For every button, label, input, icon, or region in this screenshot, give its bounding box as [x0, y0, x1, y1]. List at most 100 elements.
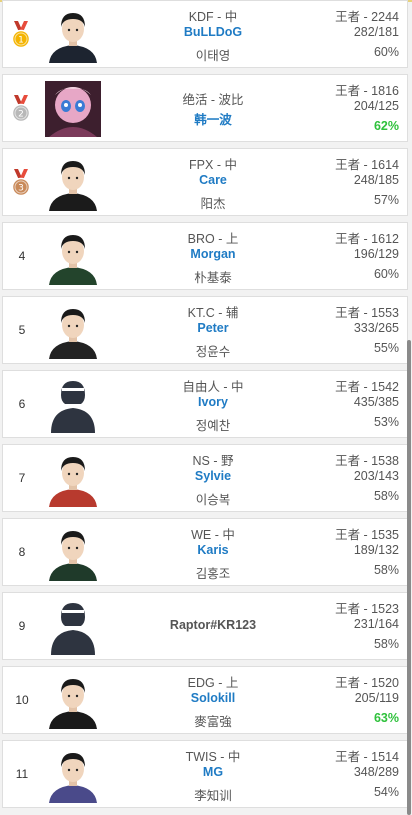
- player-info: KDF - 中 BuLLDoG 이태영: [123, 1, 303, 67]
- win-rate: 58%: [373, 489, 399, 503]
- player-name-link[interactable]: Peter: [123, 321, 303, 335]
- player-info: NS - 野 Sylvie 이승복: [123, 445, 303, 511]
- tier-score: 王者 - 1538: [335, 454, 399, 468]
- win-rate: 60%: [373, 45, 399, 59]
- list-item[interactable]: 5 KT.C - 辅 Peter 정윤수 王者 - 1553 333/265 55%: [2, 296, 408, 364]
- player-name-link[interactable]: Care: [123, 173, 303, 187]
- stats: 王者 - 1816 204/125 62%: [289, 75, 399, 141]
- real-name: 阳杰: [200, 197, 226, 211]
- team-role: 绝活 - 波比: [182, 93, 244, 107]
- list-item[interactable]: 8 WE - 中 Karis 김홍조 王者 - 1535 189/132 58%: [2, 518, 408, 586]
- win-rate: 54%: [373, 785, 399, 799]
- silver-medal-icon: 2: [10, 94, 32, 124]
- player-info: BRO - 上 Morgan 朴基泰: [123, 223, 303, 289]
- player-name[interactable]: Raptor#KR123: [123, 618, 303, 632]
- player-name-link[interactable]: Sylvie: [123, 469, 303, 483]
- player-info: FPX - 中 Care 阳杰: [123, 149, 303, 215]
- team-role: NS - 野: [192, 454, 234, 468]
- list-item[interactable]: 11 TWIS - 中 MG 李知训 王者 - 1514 348/289 54%: [2, 740, 408, 808]
- win-loss: 189/132: [353, 543, 399, 557]
- tier-score: 王者 - 1553: [335, 306, 399, 320]
- svg-text:2: 2: [18, 110, 24, 120]
- win-rate: 57%: [373, 193, 399, 207]
- win-loss: 231/164: [353, 617, 399, 631]
- team-role: TWIS - 中: [185, 750, 241, 764]
- win-rate: 53%: [373, 415, 399, 429]
- win-loss: 435/385: [353, 395, 399, 409]
- player-name-link[interactable]: Morgan: [123, 247, 303, 261]
- stats: 王者 - 1612 196/129 60%: [289, 223, 399, 289]
- player-info: 绝活 - 波比韩一波: [123, 75, 303, 141]
- bronze-medal-icon: 3: [10, 168, 32, 198]
- real-name: 麥富強: [194, 715, 232, 729]
- win-loss: 282/181: [353, 25, 399, 39]
- player-avatar[interactable]: [45, 747, 101, 803]
- default-avatar-icon[interactable]: [45, 377, 101, 433]
- svg-text:3: 3: [18, 184, 24, 194]
- win-rate: 58%: [373, 637, 399, 651]
- real-name: 李知训: [194, 789, 232, 803]
- win-rate: 58%: [373, 563, 399, 577]
- win-loss: 205/119: [354, 691, 399, 705]
- stats: 王者 - 1514 348/289 54%: [289, 741, 399, 807]
- rank-number: 4: [18, 249, 26, 263]
- stats: 王者 - 1553 333/265 55%: [289, 297, 399, 363]
- stats: 王者 - 1538 203/143 58%: [289, 445, 399, 511]
- player-avatar[interactable]: [45, 155, 101, 211]
- win-rate: 60%: [373, 267, 399, 281]
- default-avatar-icon[interactable]: [45, 599, 101, 655]
- gold-medal-icon: 1: [10, 20, 32, 50]
- rank-number: 8: [18, 545, 26, 559]
- tier-score: 王者 - 1816: [335, 84, 399, 98]
- real-name: 정예찬: [195, 419, 231, 433]
- player-name-link[interactable]: BuLLDoG: [123, 25, 303, 39]
- player-avatar[interactable]: [45, 525, 101, 581]
- win-loss: 203/143: [353, 469, 399, 483]
- win-loss: 204/125: [353, 99, 399, 113]
- player-info: EDG - 上 Solokill 麥富強: [123, 667, 303, 733]
- player-avatar[interactable]: [45, 451, 101, 507]
- win-loss: 348/289: [353, 765, 399, 779]
- scrollbar[interactable]: [407, 340, 411, 815]
- player-avatar[interactable]: [45, 229, 101, 285]
- rank-number: 7: [18, 471, 26, 485]
- player-name-link[interactable]: Karis: [123, 543, 303, 557]
- player-info: Raptor#KR123: [123, 593, 303, 659]
- stats: 王者 - 1535 189/132 58%: [289, 519, 399, 585]
- win-loss: 333/265: [353, 321, 399, 335]
- real-name: 김홍조: [195, 567, 231, 581]
- player-avatar[interactable]: [45, 673, 101, 729]
- svg-text:1: 1: [18, 36, 24, 46]
- win-loss: 196/129: [353, 247, 399, 261]
- team-role: FPX - 中: [189, 158, 237, 172]
- rank-number: 10: [15, 693, 29, 707]
- player-info: TWIS - 中 MG 李知训: [123, 741, 303, 807]
- list-item[interactable]: 6 自由人 - 中 Ivory 정예찬 王者 - 1542 435/385 53%: [2, 370, 408, 438]
- player-avatar[interactable]: [45, 303, 101, 359]
- tier-score: 王者 - 1614: [335, 158, 399, 172]
- real-name: 정윤수: [195, 345, 231, 359]
- rank-number: 5: [18, 323, 26, 337]
- player-name-link[interactable]: MG: [123, 765, 303, 779]
- tier-score: 王者 - 1514: [335, 750, 399, 764]
- team-role: EDG - 上: [187, 676, 239, 690]
- player-name-link[interactable]: Ivory: [123, 395, 303, 409]
- stats: 王者 - 1520 205/119 63%: [289, 667, 399, 733]
- list-item[interactable]: 9 Raptor#KR123 王者 - 1523 231/164 58%: [2, 592, 408, 660]
- list-item[interactable]: 1 KDF - 中 BuLLDoG 이태영 王者 - 2244 282/181 60…: [2, 0, 408, 68]
- player-name-link[interactable]: 韩一波: [123, 109, 303, 128]
- stats: 王者 - 2244 282/181 60%: [289, 1, 399, 67]
- rank-number: 6: [18, 397, 26, 411]
- tier-score: 王者 - 1523: [335, 602, 399, 616]
- list-item[interactable]: 2 绝活 - 波比韩一波 王者 - 1816 204/125 62%: [2, 74, 408, 142]
- stats: 王者 - 1523 231/164 58%: [289, 593, 399, 659]
- stats: 王者 - 1614 248/185 57%: [289, 149, 399, 215]
- player-avatar[interactable]: [45, 7, 101, 63]
- player-name-link[interactable]: Solokill: [123, 691, 303, 705]
- rank-number: 11: [15, 767, 29, 781]
- champion-avatar[interactable]: [45, 81, 101, 137]
- list-item[interactable]: 4 BRO - 上 Morgan 朴基泰 王者 - 1612 196/129 60%: [2, 222, 408, 290]
- list-item[interactable]: 3 FPX - 中 Care 阳杰 王者 - 1614 248/185 57%: [2, 148, 408, 216]
- list-item[interactable]: 7 NS - 野 Sylvie 이승복 王者 - 1538 203/143 58%: [2, 444, 408, 512]
- list-item[interactable]: 10 EDG - 上 Solokill 麥富強 王者 - 1520 205/119 …: [2, 666, 408, 734]
